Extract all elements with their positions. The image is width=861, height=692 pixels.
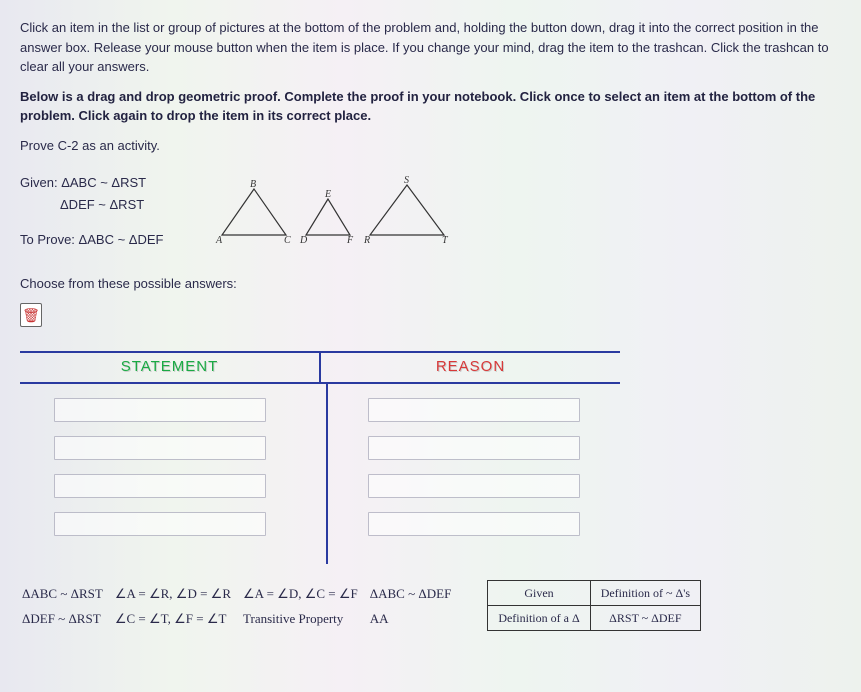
reason-column [328, 384, 620, 564]
header-statement-cell: STATEMENT [20, 353, 321, 382]
proof-table-body [20, 384, 620, 564]
answer-tile[interactable]: Transitive Property [243, 607, 368, 631]
header-statement: STATEMENT [121, 358, 219, 375]
triangle-abc: B A C [216, 183, 292, 243]
instructions-paragraph-1: Click an item in the list or group of pi… [20, 18, 841, 77]
to-prove-line: To Prove: ΔABC ~ ΔDEF [20, 230, 180, 250]
answer-box-table: Given Definition of ~ Δ's Definition of … [487, 580, 701, 631]
trash-icon: 🗑 [22, 307, 40, 324]
trash-button[interactable]: 🗑 [20, 303, 42, 327]
statement-column [20, 384, 328, 564]
answers-row: ΔABC ~ ΔRST ∠A = ∠R, ∠D = ∠R ∠A = ∠D, ∠C… [20, 580, 841, 633]
given-line-1: Given: ΔABC ~ ΔRST [20, 173, 180, 193]
triangle-rst: S R T [364, 179, 450, 243]
given-text: Given: ΔABC ~ ΔRST ΔDEF ~ ΔRST To Prove:… [20, 171, 180, 252]
header-reason: REASON [436, 358, 505, 375]
answer-tile[interactable]: ∠C = ∠T, ∠F = ∠T [115, 607, 241, 631]
vertex-s: S [404, 173, 409, 188]
instructions-paragraph-3: Prove C-2 as an activity. [20, 136, 841, 156]
choose-label: Choose from these possible answers: [20, 274, 841, 294]
header-reason-cell: REASON [321, 353, 620, 382]
answer-tile[interactable]: ΔABC ~ ΔDEF [370, 582, 462, 606]
given-block: Given: ΔABC ~ ΔRST ΔDEF ~ ΔRST To Prove:… [20, 171, 841, 252]
given-label: Given: [20, 175, 58, 190]
vertex-c: C [284, 233, 291, 248]
answer-tile[interactable]: Given [488, 580, 590, 605]
reason-slot[interactable] [368, 474, 580, 498]
vertex-e: E [325, 187, 331, 202]
answer-tile[interactable]: ΔABC ~ ΔRST [22, 582, 113, 606]
answer-tile[interactable]: ΔDEF ~ ΔRST [22, 607, 113, 631]
answer-tile[interactable]: AA [370, 607, 462, 631]
proof-table-header: STATEMENT REASON [20, 351, 620, 384]
to-prove-value: ΔABC ~ ΔDEF [79, 232, 164, 247]
statement-slot[interactable] [54, 512, 266, 536]
vertex-r: R [364, 233, 370, 248]
vertex-t: T [442, 233, 448, 248]
triangle-def: E D F [300, 193, 356, 243]
vertex-d: D [300, 233, 307, 248]
triangles-figure: B A C E D F S R T [216, 179, 450, 243]
reason-slot[interactable] [368, 436, 580, 460]
statement-slot[interactable] [54, 398, 266, 422]
vertex-f: F [347, 233, 353, 248]
answer-tile[interactable]: Definition of ~ Δ's [590, 580, 700, 605]
draggable-answers: ΔABC ~ ΔRST ∠A = ∠R, ∠D = ∠R ∠A = ∠D, ∠C… [20, 580, 463, 633]
vertex-b: B [250, 177, 256, 192]
given-line-2: ΔDEF ~ ΔRST [20, 195, 180, 215]
instructions-paragraph-2: Below is a drag and drop geometric proof… [20, 87, 841, 126]
reason-slot[interactable] [368, 398, 580, 422]
proof-table: STATEMENT REASON [20, 351, 620, 564]
given-value-1: ΔABC ~ ΔRST [61, 175, 146, 190]
to-prove-label: To Prove: [20, 232, 75, 247]
statement-slot[interactable] [54, 474, 266, 498]
statement-slot[interactable] [54, 436, 266, 460]
answer-tile[interactable]: ∠A = ∠R, ∠D = ∠R [115, 582, 241, 606]
answer-tile[interactable]: Definition of a Δ [488, 605, 590, 630]
answer-tile[interactable]: ΔRST ~ ΔDEF [590, 605, 700, 630]
reason-slot[interactable] [368, 512, 580, 536]
answer-tile[interactable]: ∠A = ∠D, ∠C = ∠F [243, 582, 368, 606]
vertex-a: A [216, 233, 222, 248]
